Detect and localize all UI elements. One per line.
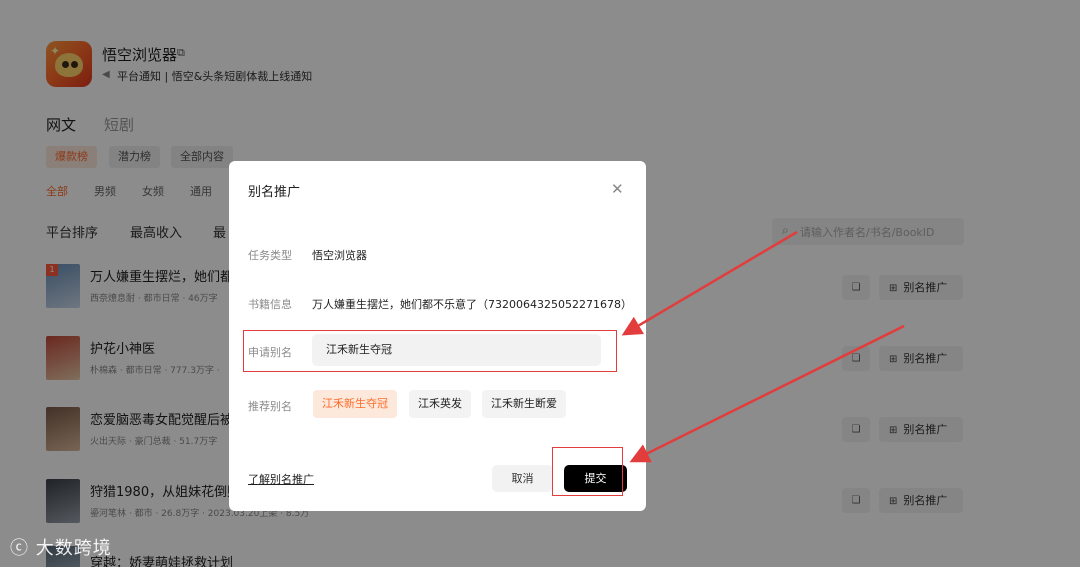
annotation-arrows [621,230,905,463]
annotation-arrow [629,324,905,463]
watermark-logo-icon: ⓒ [10,538,36,559]
watermark: ⓒ 大数跨境 [10,538,112,559]
annotation-arrow [621,230,798,336]
